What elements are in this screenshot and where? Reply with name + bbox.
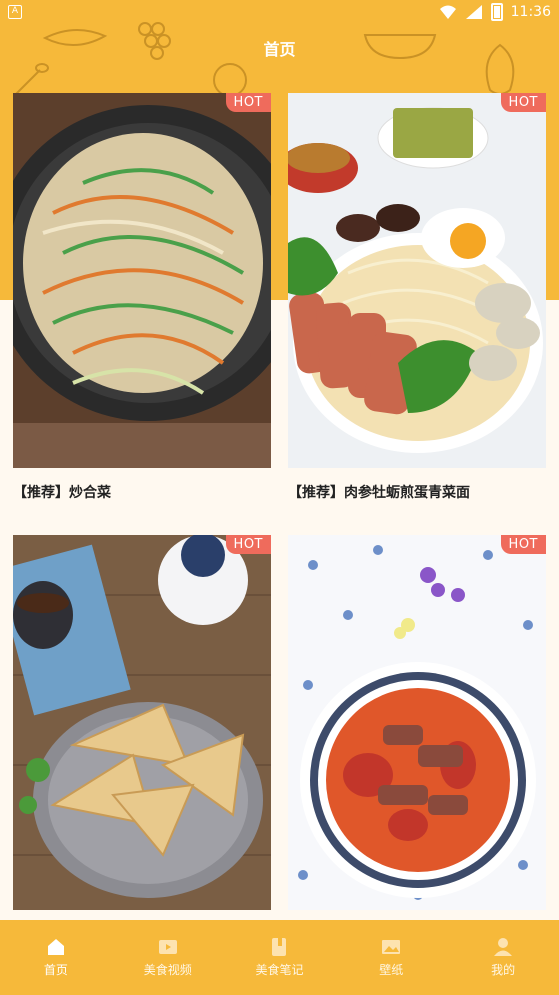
battery-icon <box>490 3 503 21</box>
hot-badge: HOT <box>225 93 271 112</box>
wifi-icon <box>439 5 456 19</box>
recipe-card[interactable]: HOT <box>13 535 271 910</box>
notebook-icon <box>272 938 287 956</box>
nav-item-me[interactable]: 我的 <box>447 920 559 995</box>
recipe-photo <box>288 535 546 910</box>
video-icon <box>158 940 177 954</box>
nav-item-video[interactable]: 美食视频 <box>112 920 224 995</box>
nav-label: 首页 <box>43 963 68 977</box>
status-bar: A 11:36 <box>0 0 559 24</box>
status-right: 11:36 <box>439 3 551 21</box>
nav-item-home[interactable]: 首页 <box>0 920 112 995</box>
nav-label: 美食视频 <box>143 963 192 977</box>
user-icon <box>494 938 513 956</box>
page-title: 首页 <box>263 40 296 59</box>
recipe-image[interactable]: HOT <box>288 93 546 468</box>
bottom-nav: 首页 美食视频 美食笔记 壁纸 我的 <box>0 920 559 995</box>
recipe-card[interactable]: HOT 【推荐】肉参牡蛎煎蛋青菜面 <box>288 93 546 502</box>
recipe-card[interactable]: HOT 【推荐】炒合菜 <box>13 93 271 502</box>
hot-badge: HOT <box>500 93 546 112</box>
status-time: 11:36 <box>510 4 551 20</box>
recipe-title[interactable]: 【推荐】炒合菜 <box>13 482 271 502</box>
recipe-image[interactable]: HOT <box>288 535 546 910</box>
recipe-image[interactable]: HOT <box>13 535 271 910</box>
recipe-photo <box>288 93 546 468</box>
recipe-title[interactable]: 【推荐】肉参牡蛎煎蛋青菜面 <box>288 482 546 502</box>
nav-label: 壁纸 <box>379 963 404 977</box>
hot-badge: HOT <box>225 535 271 554</box>
recipe-photo <box>13 535 271 910</box>
nav-label: 美食笔记 <box>255 963 304 977</box>
nav-item-notes[interactable]: 美食笔记 <box>224 920 336 995</box>
nav-label: 我的 <box>491 963 516 977</box>
recipe-photo <box>13 93 271 468</box>
image-icon <box>382 940 401 954</box>
nav-item-wallpaper[interactable]: 壁纸 <box>335 920 447 995</box>
recipe-card[interactable]: HOT <box>288 535 546 910</box>
status-left: A <box>8 5 22 19</box>
signal-icon <box>465 5 482 19</box>
sim-icon: A <box>8 5 22 19</box>
recipe-image[interactable]: HOT <box>13 93 271 468</box>
home-icon <box>47 939 64 955</box>
apple-doodle-icon <box>213 63 247 95</box>
hot-badge: HOT <box>500 535 546 554</box>
